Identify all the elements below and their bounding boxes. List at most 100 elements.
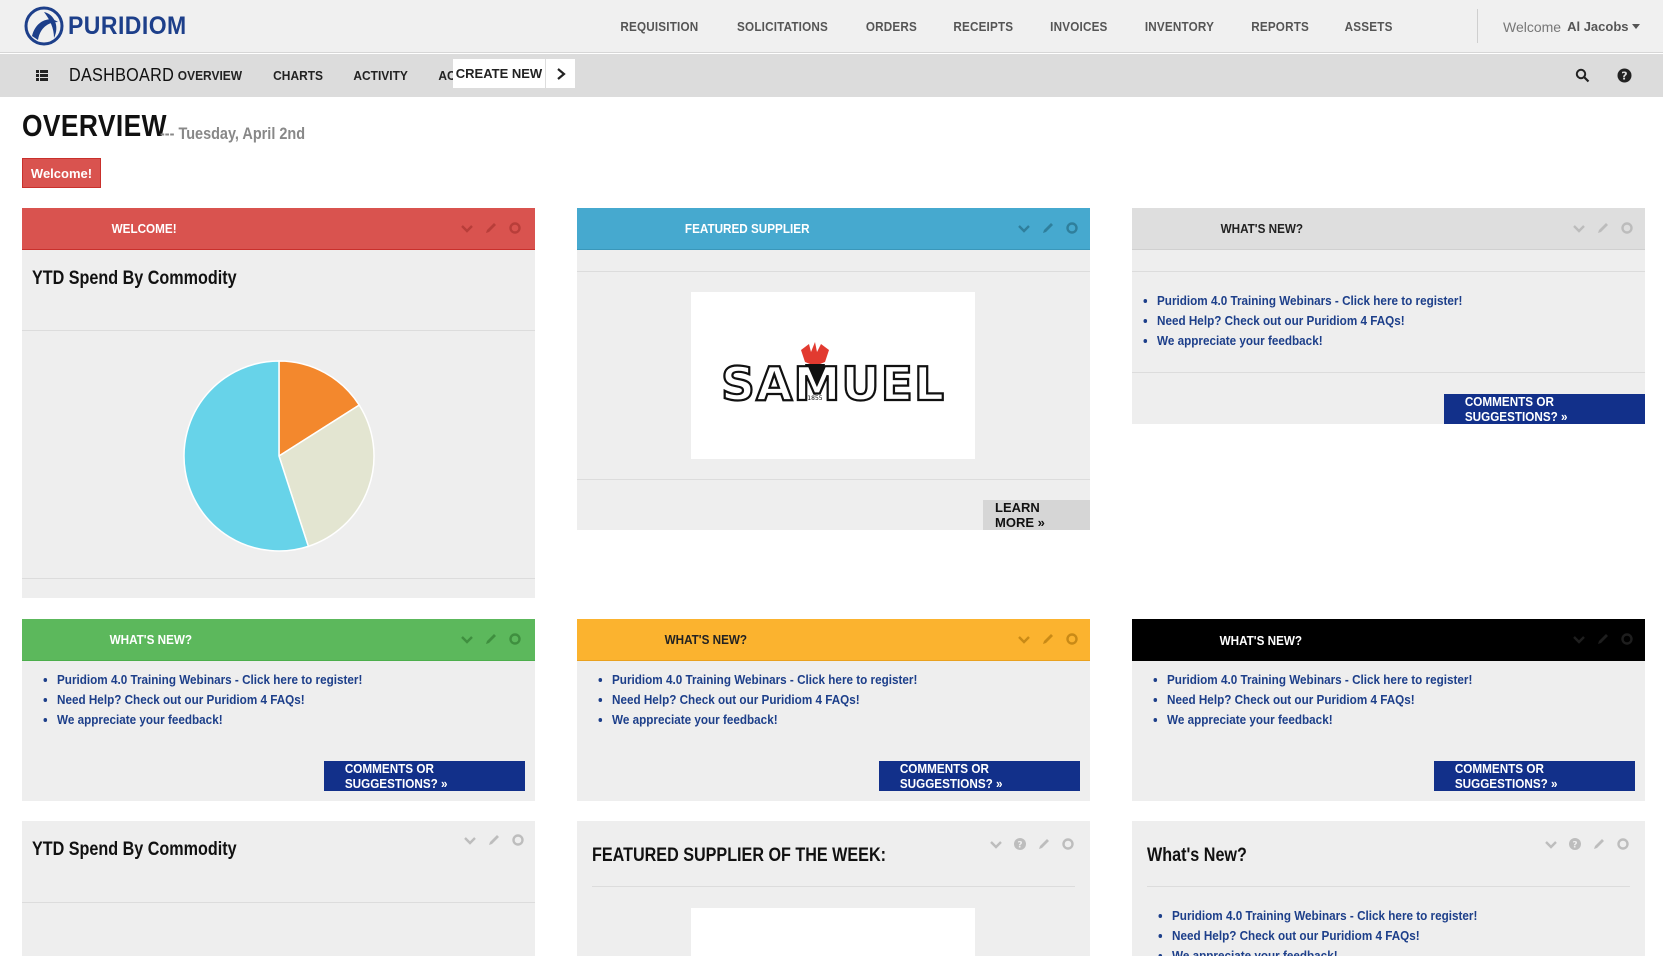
chevron-down-icon[interactable] (460, 632, 474, 646)
comments-suggestions-button[interactable]: COMMENTS OR SUGGESTIONS? » (1434, 761, 1635, 791)
widget-title: WHAT'S NEW? (1219, 632, 1303, 648)
chevron-down-icon[interactable] (989, 837, 1003, 851)
link-feedback[interactable]: We appreciate your feedback! (1157, 331, 1462, 351)
page-title: OVERVIEW (22, 108, 167, 143)
link-training-webinars[interactable]: Puridiom 4.0 Training Webinars - Click h… (57, 670, 362, 690)
widget-title: What's New? (1147, 845, 1247, 866)
chevron-down-icon[interactable] (1572, 221, 1586, 235)
widget-title: WHAT'S NEW? (664, 632, 748, 647)
pencil-icon[interactable] (1041, 221, 1055, 235)
link-training-webinars[interactable]: Puridiom 4.0 Training Webinars - Click h… (612, 670, 917, 690)
widget-header[interactable]: WELCOME! (22, 208, 535, 250)
list-grid-icon[interactable] (36, 70, 48, 81)
pencil-icon[interactable] (484, 221, 498, 235)
widget-title: WELCOME! (111, 221, 177, 236)
close-icon[interactable] (508, 221, 522, 235)
help-icon[interactable]: ? (1617, 68, 1632, 83)
chevron-down-icon[interactable] (460, 221, 474, 235)
chevron-right-icon[interactable] (545, 59, 575, 88)
pencil-icon[interactable] (484, 632, 498, 646)
link-training-webinars[interactable]: Puridiom 4.0 Training Webinars - Click h… (1172, 906, 1477, 926)
user-menu[interactable]: Welcome Al Jacobs (1503, 0, 1640, 53)
chevron-down-icon[interactable] (1017, 632, 1031, 646)
pencil-icon[interactable] (1037, 837, 1051, 851)
pencil-icon[interactable] (487, 833, 501, 847)
tab-activity[interactable]: ACTIVITY (341, 54, 419, 97)
supplier-logo-frame[interactable] (691, 908, 975, 956)
pencil-icon[interactable] (1596, 632, 1610, 646)
close-icon[interactable] (1061, 837, 1075, 851)
puridiom-logo[interactable]: PURIDIOM (24, 6, 197, 46)
menu-orders[interactable]: ORDERS (866, 19, 917, 34)
link-feedback[interactable]: We appreciate your feedback! (612, 710, 917, 730)
comments-suggestions-button[interactable]: COMMENTS OR SUGGESTIONS? » (324, 761, 525, 791)
link-feedback[interactable]: We appreciate your feedback! (57, 710, 362, 730)
close-icon[interactable] (508, 632, 522, 646)
widget-header[interactable]: FEATURED SUPPLIER (577, 208, 1090, 250)
menu-assets[interactable]: ASSETS (1344, 19, 1392, 34)
close-icon[interactable] (1065, 632, 1079, 646)
close-icon[interactable] (511, 833, 525, 847)
tab-charts[interactable]: CHARTS (261, 54, 335, 97)
widget-tools (1017, 632, 1079, 646)
link-feedback[interactable]: We appreciate your feedback! (1167, 710, 1472, 730)
dashboard-title: DASHBOARD (69, 65, 175, 85)
welcome-label: Welcome (1503, 18, 1562, 35)
user-name: Al Jacobs (1567, 19, 1629, 34)
sub-navbar: DASHBOARD OVERVIEW CHARTS ACTIVITY ACTIO… (0, 54, 1663, 97)
widget-ytd-spend: YTD Spend By Commodity (22, 821, 535, 956)
chevron-down-icon[interactable] (1572, 632, 1586, 646)
widget-tools: ? (1544, 837, 1630, 851)
divider (1132, 372, 1645, 373)
close-icon[interactable] (1616, 837, 1630, 851)
link-faqs[interactable]: Need Help? Check out our Puridiom 4 FAQs… (1167, 690, 1472, 710)
pencil-icon[interactable] (1592, 837, 1606, 851)
divider (1147, 886, 1630, 887)
link-faqs[interactable]: Need Help? Check out our Puridiom 4 FAQs… (57, 690, 362, 710)
close-icon[interactable] (1620, 221, 1634, 235)
menu-solicitations[interactable]: SOLICITATIONS (737, 19, 828, 34)
widget-header[interactable]: WHAT'S NEW? (1132, 619, 1645, 661)
help-circle-icon[interactable]: ? (1013, 837, 1027, 851)
top-navbar: PURIDIOM REQUISITION SOLICITATIONS ORDER… (0, 0, 1663, 53)
comments-suggestions-button[interactable]: COMMENTS OR SUGGESTIONS? » (1444, 394, 1645, 424)
widget-title: FEATURED SUPPLIER (684, 221, 810, 236)
close-icon[interactable] (1620, 632, 1634, 646)
menu-receipts[interactable]: RECEIPTS (954, 19, 1014, 34)
menu-requisition[interactable]: REQUISITION (620, 19, 698, 34)
comments-label: COMMENTS OR SUGGESTIONS? » (1464, 394, 1568, 424)
widget-header[interactable]: WHAT'S NEW? (22, 619, 535, 661)
link-faqs[interactable]: Need Help? Check out our Puridiom 4 FAQs… (1157, 311, 1462, 331)
pencil-icon[interactable] (1596, 221, 1610, 235)
nav-divider (1477, 9, 1478, 43)
menu-reports[interactable]: REPORTS (1251, 19, 1309, 34)
chevron-down-icon[interactable] (1544, 837, 1558, 851)
close-icon[interactable] (1065, 221, 1079, 235)
search-icon[interactable] (1575, 68, 1590, 83)
link-training-webinars[interactable]: Puridiom 4.0 Training Webinars - Click h… (1167, 670, 1472, 690)
link-feedback[interactable]: We appreciate your feedback! (1172, 946, 1477, 956)
chevron-down-icon[interactable] (1017, 221, 1031, 235)
menu-invoices[interactable]: INVOICES (1050, 19, 1107, 34)
welcome-button[interactable]: Welcome! (22, 158, 101, 188)
supplier-logo-text: SAMUEL (721, 357, 945, 411)
widget-title: WHAT'S NEW? (109, 632, 193, 647)
svg-text:?: ? (1621, 70, 1627, 83)
menu-inventory[interactable]: INVENTORY (1144, 19, 1213, 34)
link-faqs[interactable]: Need Help? Check out our Puridiom 4 FAQs… (1172, 926, 1477, 946)
help-circle-icon[interactable]: ? (1568, 837, 1582, 851)
main-menu: REQUISITION SOLICITATIONS ORDERS RECEIPT… (586, 0, 1395, 53)
widget-header[interactable]: WHAT'S NEW? (1132, 208, 1645, 250)
link-training-webinars[interactable]: Puridiom 4.0 Training Webinars - Click h… (1157, 291, 1462, 311)
pencil-icon[interactable] (1041, 632, 1055, 646)
supplier-logo[interactable]: SAMUEL 1855 (691, 292, 975, 459)
widget-header[interactable]: WHAT'S NEW? (577, 619, 1090, 661)
comments-suggestions-button[interactable]: COMMENTS OR SUGGESTIONS? » (879, 761, 1080, 791)
tab-overview[interactable]: OVERVIEW (166, 54, 254, 97)
link-faqs[interactable]: Need Help? Check out our Puridiom 4 FAQs… (612, 690, 917, 710)
learn-more-button[interactable]: LEARN MORE » (983, 500, 1090, 530)
create-new-button[interactable]: CREATE NEW (453, 59, 545, 88)
divider (22, 578, 535, 579)
divider (592, 886, 1075, 887)
chevron-down-icon[interactable] (463, 833, 477, 847)
